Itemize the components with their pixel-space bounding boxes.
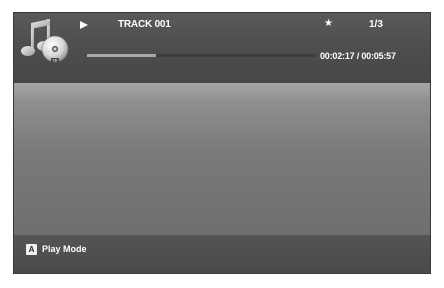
star-icon: ★ — [324, 18, 333, 29]
play-icon — [80, 21, 88, 29]
a-button-icon[interactable]: A — [26, 244, 37, 255]
now-playing-header — [14, 13, 430, 83]
playback-progress-bar[interactable] — [87, 54, 316, 57]
music-cd-icon: CD — [21, 19, 69, 63]
track-title: TRACK 001 — [118, 19, 171, 30]
svg-text:CD: CD — [53, 58, 58, 62]
track-counter: 1/3 — [369, 19, 383, 30]
playback-progress-fill — [87, 54, 156, 57]
play-mode-label[interactable]: Play Mode — [42, 244, 87, 255]
player-content-area — [14, 83, 430, 235]
time-readout: 00:02:17 / 00:05:57 — [320, 51, 396, 61]
